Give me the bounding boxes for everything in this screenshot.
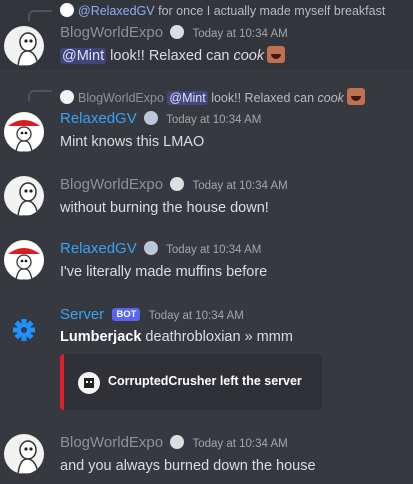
avatar-image (17, 32, 39, 66)
message-content: Mint knows this LMAO (60, 134, 205, 150)
reply-username[interactable]: @RelaxedGV (78, 4, 155, 18)
reply-avatar (60, 3, 74, 17)
username-line: BlogWorldExpo Today at 10:34 AM (60, 434, 288, 451)
timestamp: Today at 10:34 AM (192, 180, 288, 192)
reply-preview[interactable]: @RelaxedGV for once I actually made myse… (60, 3, 385, 18)
embed-avatar-icon (78, 372, 100, 394)
server-tag-icon (170, 25, 185, 39)
reply-avatar (60, 90, 74, 104)
avatar-image (17, 440, 39, 474)
message-3: BlogWorldExpo Today at 10:34 AM without … (0, 170, 413, 226)
timestamp: Today at 10:34 AM (148, 310, 244, 322)
message-bold-text: Lumberjack (60, 329, 142, 345)
reply-text-italic: cook (317, 91, 344, 105)
server-tag-icon (143, 111, 158, 125)
avatar[interactable] (4, 310, 44, 350)
reply-mention[interactable]: @Mint (167, 91, 208, 105)
reply-connector (28, 90, 52, 101)
username[interactable]: BlogWorldExpo (60, 434, 163, 451)
username[interactable]: RelaxedGV (60, 240, 137, 257)
server-tag-icon (143, 241, 158, 255)
server-tag-icon (170, 177, 185, 191)
username[interactable]: Server (60, 306, 104, 323)
username[interactable]: BlogWorldExpo (60, 176, 163, 193)
timestamp: Today at 10:34 AM (166, 244, 262, 256)
username[interactable]: RelaxedGV (60, 110, 137, 127)
timestamp: Today at 10:34 AM (166, 114, 262, 126)
message-text: deathrobloxian » mmm (141, 329, 293, 345)
avatar-image (8, 248, 40, 280)
message-content: and you always burned down the house (60, 458, 316, 474)
message-4: RelaxedGV Today at 10:34 AM I've literal… (0, 234, 413, 290)
server-tag-icon (170, 435, 185, 449)
username-line: Server BOT Today at 10:34 AM (60, 306, 244, 323)
avatar[interactable] (4, 240, 44, 280)
username[interactable]: BlogWorldExpo (60, 24, 163, 41)
username-line: BlogWorldExpo Today at 10:34 AM (60, 176, 288, 193)
user-mention[interactable]: @Mint (60, 48, 107, 64)
gear-icon (13, 319, 35, 341)
message-content: without burning the house down! (60, 200, 269, 216)
avatar-image (8, 120, 40, 152)
emoji-icon (346, 88, 365, 105)
avatar-image (17, 182, 39, 216)
reply-username[interactable]: BlogWorldExpo (78, 91, 164, 105)
avatar[interactable] (4, 112, 44, 152)
reply-text: for once I actually made myself breakfas… (158, 4, 386, 18)
bot-badge: BOT (112, 308, 141, 321)
emoji-icon (267, 46, 286, 63)
reply-text: look!! Relaxed can (207, 91, 318, 105)
username-line: BlogWorldExpo Today at 10:34 AM (60, 24, 288, 41)
message-1: @RelaxedGV for once I actually made myse… (0, 0, 413, 70)
reply-connector (28, 10, 52, 21)
username-line: RelaxedGV Today at 10:34 AM (60, 240, 261, 257)
embed: CorruptedCrusher left the server (60, 354, 322, 410)
reply-preview[interactable]: BlogWorldExpo @Mint look!! Relaxed can c… (60, 88, 365, 105)
timestamp: Today at 10:34 AM (192, 28, 288, 40)
embed-text: CorruptedCrusher left the server (108, 374, 302, 388)
timestamp: Today at 10:34 AM (192, 438, 288, 450)
message-6: BlogWorldExpo Today at 10:34 AM and you … (0, 428, 413, 484)
avatar[interactable] (4, 26, 44, 66)
message-2: BlogWorldExpo @Mint look!! Relaxed can c… (0, 80, 413, 160)
message-content: Lumberjack deathrobloxian » mmm (60, 329, 293, 345)
message-content: I've literally made muffins before (60, 264, 268, 280)
avatar[interactable] (4, 176, 44, 216)
username-line: RelaxedGV Today at 10:34 AM (60, 110, 261, 127)
avatar[interactable] (4, 434, 44, 474)
message-content: @Mint look!! Relaxed can cook (60, 46, 286, 64)
message-text-italic: cook (233, 48, 265, 64)
message-text: look!! Relaxed can (106, 48, 234, 64)
